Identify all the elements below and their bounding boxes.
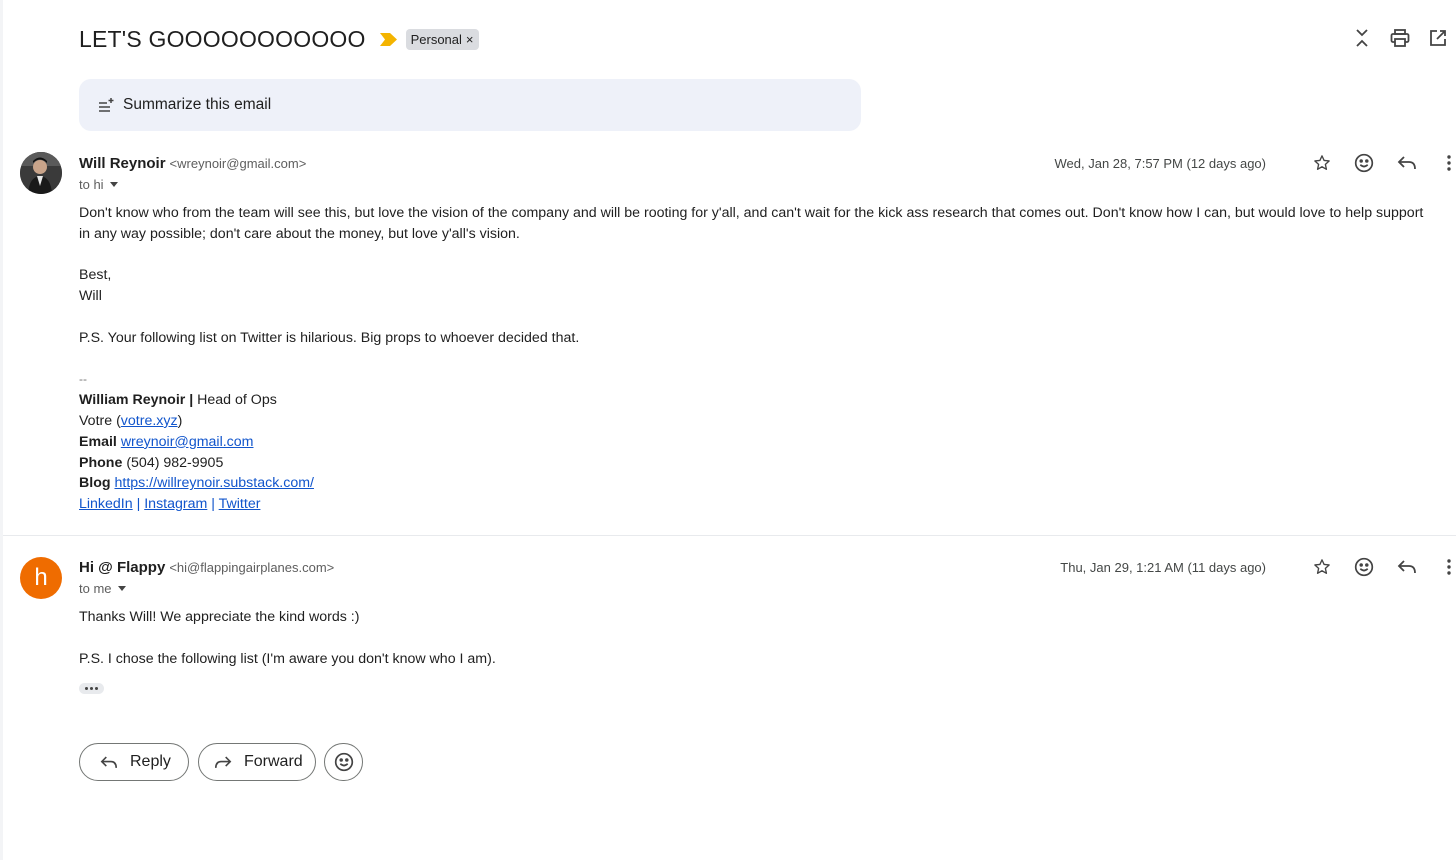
signature-title: Head of Ops [193, 392, 277, 409]
summarize-label: Summarize this email [123, 96, 272, 113]
signature: -- William Reynoir | Head of Ops Votre (… [79, 369, 1434, 515]
recipients-toggle[interactable]: to hi [79, 177, 118, 192]
message-actions [1296, 151, 1456, 175]
recipients-text: to me [79, 581, 112, 596]
instagram-link[interactable]: Instagram [144, 496, 207, 512]
body-paragraph: Don't know who from the team will see th… [79, 205, 1424, 242]
body-paragraph: Will [79, 288, 102, 305]
email-label: Email [79, 433, 117, 450]
forward-button[interactable]: Forward [198, 743, 316, 781]
emoji-icon[interactable] [1352, 151, 1376, 175]
blog-link[interactable]: https://willreynoir.substack.com/ [114, 475, 313, 491]
company-link[interactable]: votre.xyz [121, 413, 178, 429]
social-separator: | [136, 496, 141, 513]
label-chip-text: Personal [410, 31, 462, 47]
star-icon[interactable] [1310, 151, 1334, 175]
signature-phone-line: Phone (504) 982-9905 [79, 453, 1434, 474]
signature-name: William Reynoir | [79, 392, 194, 409]
recipients-toggle[interactable]: to me [79, 581, 126, 596]
message-date: Wed, Jan 28, 7:57 PM (12 days ago) [1054, 156, 1267, 171]
message-divider [3, 535, 1456, 536]
emoji-reaction-button[interactable] [324, 743, 363, 781]
sender-email: <wreynoir@gmail.com> [169, 156, 307, 171]
chevron-down-icon [117, 586, 126, 591]
more-vert-icon[interactable] [1437, 151, 1456, 175]
email-link[interactable]: wreynoir@gmail.com [121, 434, 254, 450]
body-paragraph: P.S. I chose the following list (I'm awa… [79, 650, 496, 667]
twitter-link[interactable]: Twitter [219, 496, 261, 512]
signature-company-line: Votre (votre.xyz) [79, 411, 1434, 432]
print-icon[interactable] [1390, 26, 1410, 50]
avatar[interactable]: h [20, 557, 62, 599]
open-in-new-window-icon[interactable] [1428, 26, 1448, 50]
message-date: Thu, Jan 29, 1:21 AM (11 days ago) [1060, 560, 1266, 575]
sender-email: <hi@flappingairplanes.com> [169, 560, 335, 575]
avatar[interactable] [20, 152, 62, 194]
body-paragraph: P.S. Your following list on Twitter is h… [79, 329, 580, 346]
signature-dash: -- [79, 372, 87, 387]
sender-name[interactable]: Hi @ Flappy [79, 559, 165, 576]
signature-blog-line: Blog https://willreynoir.substack.com/ [79, 473, 1434, 494]
emoji-icon [334, 752, 353, 772]
chevron-down-icon [109, 182, 118, 187]
body-paragraph: Thanks Will! We appreciate the kind word… [79, 609, 360, 625]
reply-label: Reply [130, 753, 171, 770]
thread-header-actions [1352, 26, 1448, 50]
message-actions [1296, 555, 1456, 579]
reply-button[interactable]: Reply [79, 743, 189, 781]
importance-marker-icon[interactable] [379, 32, 397, 46]
body-paragraph: Best, [79, 267, 112, 284]
more-vert-icon[interactable] [1437, 555, 1456, 579]
sender-line: Will Reynoir <wreynoir@gmail.com> [79, 155, 306, 172]
signature-name-line: William Reynoir | Head of Ops [79, 390, 1434, 411]
summarize-email-button[interactable]: Summarize this email [79, 79, 861, 131]
blog-label: Blog [79, 475, 111, 492]
label-chip-personal: Personal × [405, 28, 479, 50]
social-separator: | [211, 496, 215, 513]
show-trimmed-content-button[interactable] [79, 683, 104, 694]
collapse-all-icon[interactable] [1352, 26, 1372, 50]
forward-icon [214, 756, 232, 768]
message-body: Don't know who from the team will see th… [79, 203, 1434, 515]
summarize-icon [99, 98, 114, 112]
left-edge-border [0, 0, 3, 860]
phone-number: (504) 982-9905 [126, 454, 224, 471]
recipients-text: to hi [79, 177, 104, 192]
email-subject: LET'S GOOOOOOOOOOO [79, 25, 366, 52]
forward-label: Forward [244, 753, 303, 770]
sender-name[interactable]: Will Reynoir [79, 155, 166, 172]
sender-line: Hi @ Flappy <hi@flappingairplanes.com> [79, 559, 334, 576]
remove-label-icon[interactable]: × [466, 32, 474, 47]
signature-company-close: ) [177, 412, 183, 429]
signature-email-line: Email wreynoir@gmail.com [79, 432, 1434, 453]
reply-icon[interactable] [1395, 555, 1419, 579]
star-icon[interactable] [1310, 555, 1334, 579]
signature-social-line: LinkedIn | Instagram | Twitter [79, 494, 1434, 515]
reply-icon[interactable] [1395, 151, 1419, 175]
linkedin-link[interactable]: LinkedIn [79, 496, 133, 512]
reply-icon [100, 756, 118, 768]
subject-row: LET'S GOOOOOOOOOOO Personal × [79, 22, 479, 56]
message-body: Thanks Will! We appreciate the kind word… [79, 607, 1434, 669]
emoji-icon[interactable] [1352, 555, 1376, 579]
signature-company: Votre ( [79, 412, 121, 429]
phone-label: Phone [79, 454, 123, 471]
